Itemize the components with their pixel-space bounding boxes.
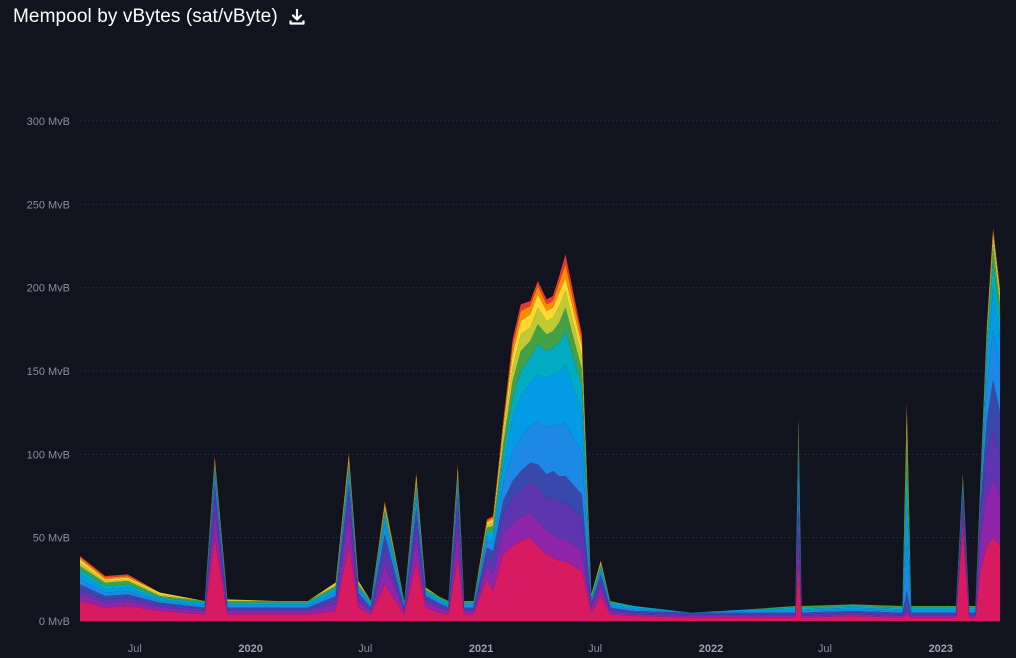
y-tick-label: 200 MvB bbox=[27, 283, 70, 295]
x-tick-label: 2023 bbox=[929, 643, 953, 655]
y-tick-label: 250 MvB bbox=[27, 199, 70, 211]
x-tick-label: 2022 bbox=[699, 643, 723, 655]
y-tick-label: 150 MvB bbox=[27, 366, 70, 378]
x-tick-label: Jul bbox=[818, 643, 832, 655]
chart-areas bbox=[80, 227, 1000, 621]
y-tick-label: 100 MvB bbox=[27, 449, 70, 461]
y-tick-label: 0 MvB bbox=[39, 616, 70, 628]
x-tick-label: Jul bbox=[588, 643, 602, 655]
y-tick-label: 300 MvB bbox=[27, 116, 70, 128]
x-axis: Jul 2020 Jul 2021 Jul 2022 Jul 2023 bbox=[128, 643, 953, 655]
y-tick-label: 50 MvB bbox=[33, 533, 70, 545]
x-tick-label: 2020 bbox=[238, 643, 262, 655]
x-tick-label: Jul bbox=[128, 643, 142, 655]
x-tick-label: 2021 bbox=[469, 643, 493, 655]
mempool-chart[interactable]: 0 MvB 50 MvB 100 MvB 150 MvB 200 MvB 250 MvB 3… bbox=[0, 0, 1016, 658]
y-axis: 0 MvB 50 MvB 100 MvB 150 MvB 200 MvB 250 MvB 3… bbox=[27, 116, 70, 628]
x-tick-label: Jul bbox=[358, 643, 372, 655]
